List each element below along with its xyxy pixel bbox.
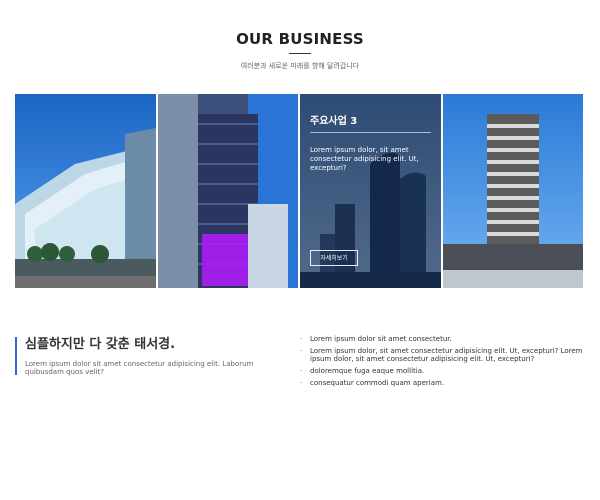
tile-divider bbox=[310, 132, 431, 133]
list-item: consequatur commodi quam aperiam. bbox=[300, 379, 585, 387]
business-tiles: 주요사업 3 Lorem ipsum dolor, sit amet conse… bbox=[15, 94, 583, 288]
business-tile-2[interactable] bbox=[157, 94, 298, 288]
glass-tower-photo bbox=[157, 94, 298, 288]
page-title: OUR BUSINESS bbox=[236, 30, 364, 48]
business-tile-4[interactable] bbox=[442, 94, 583, 288]
page-subtitle: 여러분과 새로운 미래를 향해 달려갑니다 bbox=[240, 62, 360, 70]
list-item: Lorem ipsum dolor sit amet consectetur. bbox=[300, 335, 585, 343]
tile-heading: 주요사업 3 bbox=[310, 116, 358, 127]
convention-center-photo bbox=[15, 94, 156, 288]
title-divider bbox=[289, 53, 311, 54]
business-tile-1[interactable] bbox=[15, 94, 156, 288]
details-button[interactable]: 자세히보기 bbox=[310, 250, 358, 266]
list-item: Lorem ipsum dolor, sit amet consectetur … bbox=[300, 347, 585, 363]
business-tile-3[interactable]: 주요사업 3 Lorem ipsum dolor, sit amet conse… bbox=[300, 94, 441, 288]
tile-description: Lorem ipsum dolor, sit amet consectetur … bbox=[310, 146, 419, 172]
about-text: Lorem ipsum dolor sit amet consectetur a… bbox=[25, 360, 254, 376]
about-heading: 심플하지만 다 갖춘 태서경. bbox=[25, 337, 176, 352]
feature-list: Lorem ipsum dolor sit amet consectetur. … bbox=[300, 335, 585, 391]
page: OUR BUSINESS 여러분과 새로운 미래를 향해 달려갑니다 주요사업 … bbox=[0, 0, 600, 500]
list-item: doloremque fuga eaque mollitia. bbox=[300, 367, 585, 375]
about-section: 심플하지만 다 갖춘 태서경. Lorem ipsum dolor sit am… bbox=[15, 337, 285, 376]
striped-tower-photo bbox=[442, 94, 583, 288]
